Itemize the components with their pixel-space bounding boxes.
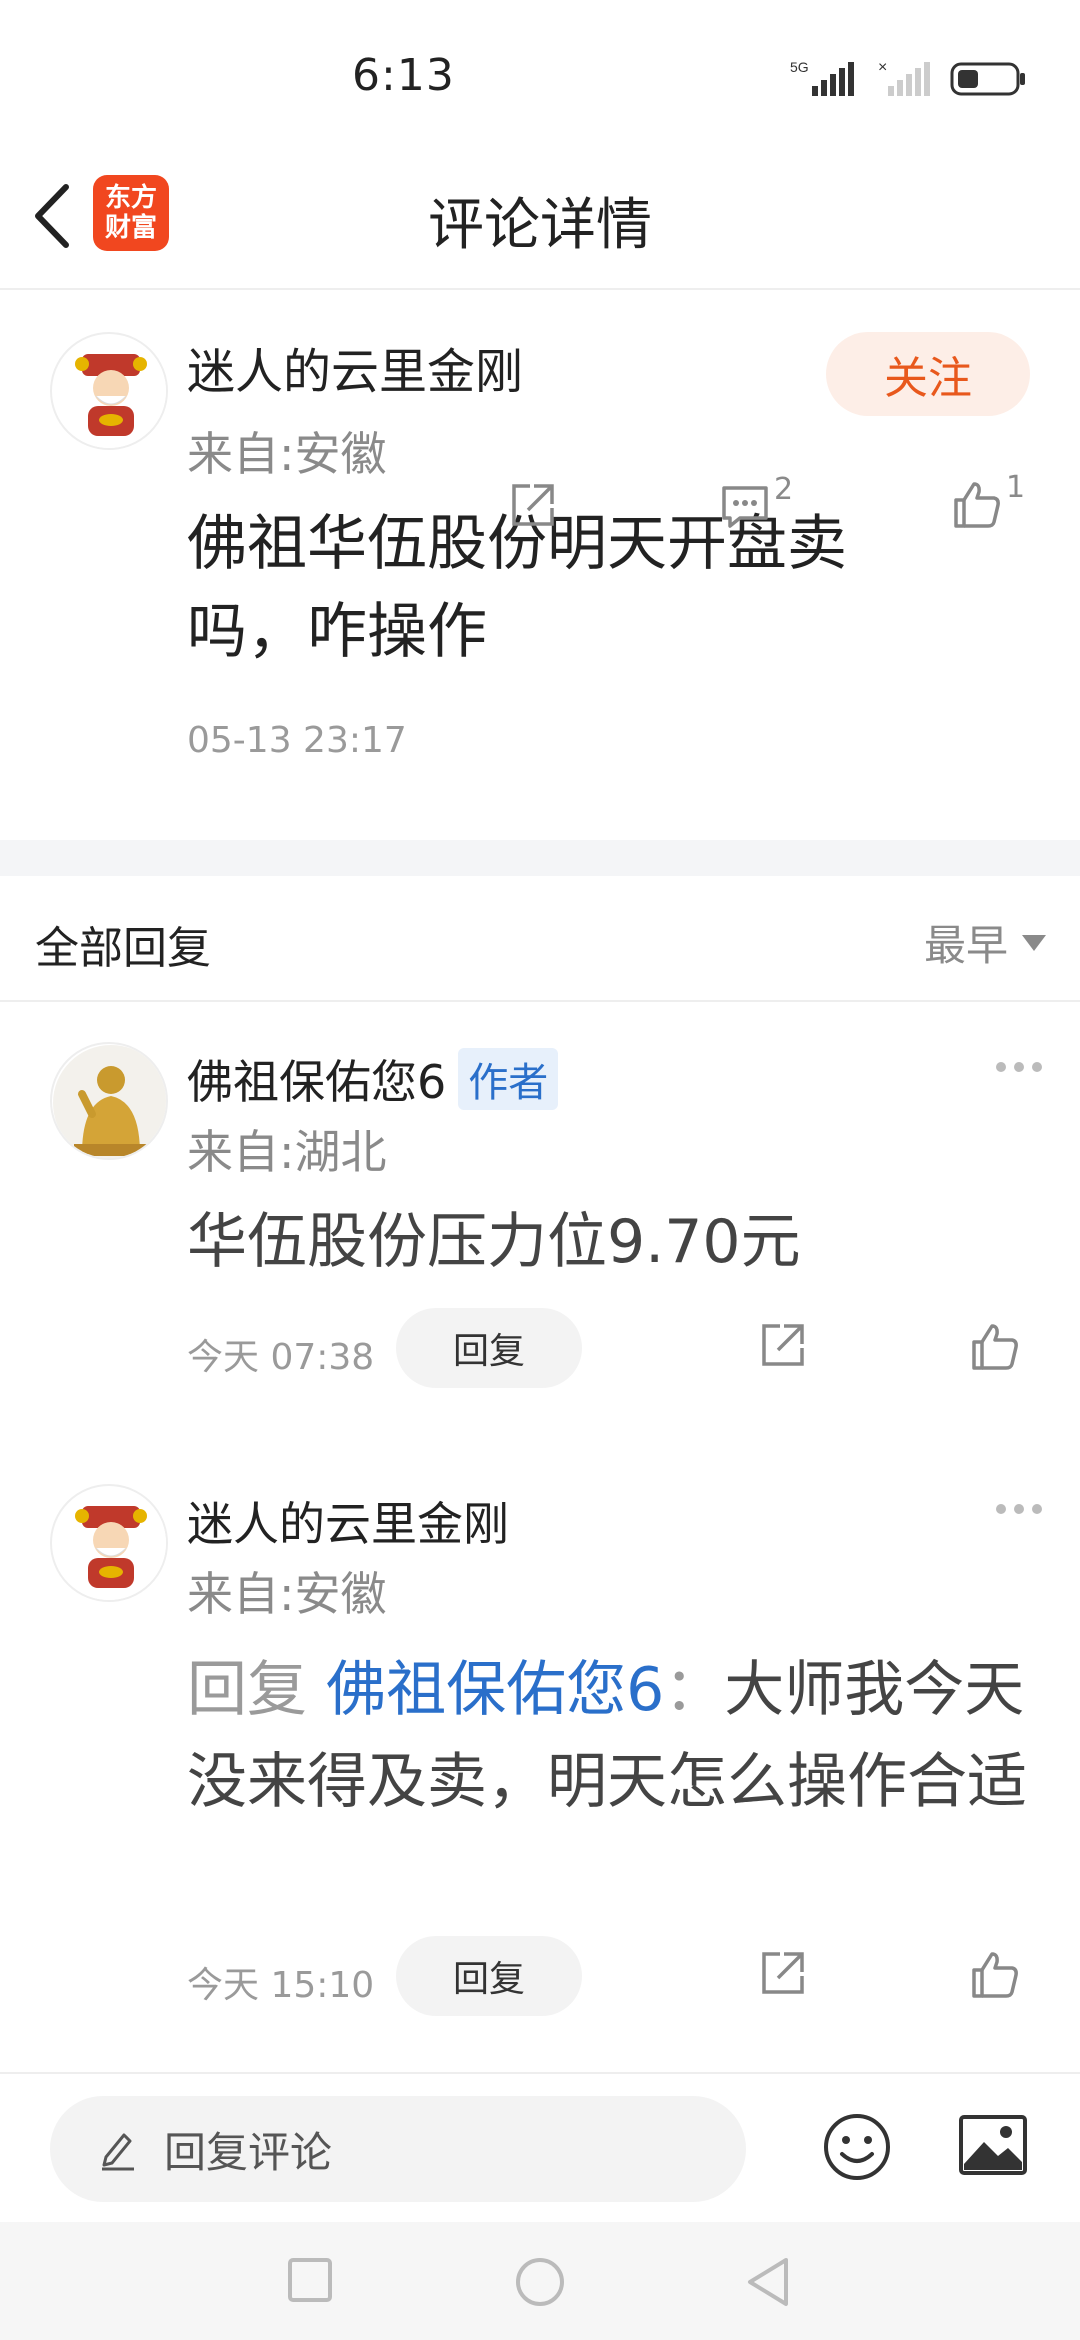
main-post: 迷人的云里金刚 来自:安徽 关注 佛祖华伍股份明天开盘卖吗，咋操作 05-13 … bbox=[0, 290, 1080, 840]
signal-none-icon: × bbox=[878, 59, 930, 96]
like-button[interactable] bbox=[968, 1320, 1022, 1374]
avatar[interactable] bbox=[50, 1042, 168, 1160]
section-divider bbox=[0, 840, 1080, 876]
more-options-button[interactable] bbox=[996, 1504, 1042, 1514]
home-button[interactable] bbox=[514, 2256, 566, 2312]
reply-item: 佛祖保佑您6 作者 来自:湖北 华伍股份压力位9.70元 今天 07:38 回复 bbox=[0, 1002, 1080, 1432]
share-icon bbox=[512, 484, 554, 526]
author-badge: 作者 bbox=[458, 1048, 559, 1110]
svg-text:5G: 5G bbox=[790, 59, 809, 75]
all-replies-title: 全部回复 bbox=[35, 923, 211, 974]
reply-location: 来自:湖北 bbox=[187, 1125, 387, 1179]
reply-button[interactable]: 回复 bbox=[396, 1308, 582, 1388]
status-icons: 5G × bbox=[790, 56, 1028, 100]
reply-author-name[interactable]: 迷人的云里金刚 bbox=[187, 1488, 509, 1554]
comment-icon bbox=[722, 486, 768, 528]
avatar[interactable] bbox=[50, 332, 168, 450]
comment-count: 2 bbox=[774, 472, 794, 507]
status-bar: 6:13 5G × bbox=[0, 0, 1080, 150]
comment-button[interactable]: 2 bbox=[718, 472, 793, 532]
image-icon bbox=[959, 2115, 1027, 2175]
share-button[interactable] bbox=[756, 1320, 808, 1372]
svg-text:×: × bbox=[878, 59, 887, 76]
thumbs-up-icon bbox=[972, 1324, 1018, 1370]
share-button[interactable] bbox=[756, 1948, 808, 2000]
thumbs-up-icon bbox=[972, 1952, 1018, 1998]
share-button[interactable] bbox=[506, 480, 558, 532]
recent-apps-button[interactable] bbox=[286, 2256, 334, 2308]
caishen-avatar-icon bbox=[53, 335, 166, 448]
reply-author-row: 佛祖保佑您6 作者 bbox=[187, 1046, 559, 1112]
emoji-button[interactable] bbox=[822, 2112, 892, 2186]
image-button[interactable] bbox=[958, 2114, 1028, 2180]
share-icon bbox=[762, 1324, 804, 1366]
reply-input-placeholder: 回复评论 bbox=[164, 2127, 333, 2177]
reply-author-row: 迷人的云里金刚 bbox=[187, 1488, 509, 1554]
reply-comment-input[interactable]: 回复评论 bbox=[50, 2096, 746, 2202]
avatar[interactable] bbox=[50, 1484, 168, 1602]
page-title: 评论详情 bbox=[428, 193, 652, 258]
top-header: 东方 财富 评论详情 bbox=[0, 150, 1080, 290]
reply-prefix: 回复 bbox=[187, 1655, 307, 1725]
reply-separator: ： bbox=[664, 1655, 725, 1725]
back-nav-button[interactable] bbox=[744, 2256, 792, 2312]
circle-icon bbox=[516, 2258, 564, 2306]
square-icon bbox=[288, 2258, 332, 2302]
pencil-icon bbox=[102, 2133, 134, 2171]
caret-down-icon bbox=[1022, 934, 1046, 951]
post-content: 佛祖华伍股份明天开盘卖吗，咋操作 bbox=[187, 509, 847, 667]
share-icon bbox=[762, 1952, 804, 1994]
triangle-back-icon bbox=[748, 2258, 788, 2306]
like-count: 1 bbox=[1006, 470, 1026, 505]
more-options-button[interactable] bbox=[996, 1062, 1042, 1072]
replies-header: 全部回复 最早 bbox=[0, 876, 1080, 1002]
buddha-avatar-icon bbox=[53, 1045, 166, 1158]
signal-5g-icon: 5G bbox=[790, 59, 854, 96]
like-button[interactable]: 1 bbox=[950, 470, 1025, 532]
reply-author-name[interactable]: 佛祖保佑您6 bbox=[187, 1046, 446, 1112]
reply-timestamp: 今天 15:10 bbox=[187, 1965, 375, 2006]
sort-dropdown[interactable]: 最早 bbox=[924, 912, 1046, 973]
reply-button[interactable]: 回复 bbox=[396, 1936, 582, 2016]
bottom-input-bar: 回复评论 bbox=[0, 2072, 1080, 2222]
like-button[interactable] bbox=[968, 1948, 1022, 2002]
reply-location: 来自:安徽 bbox=[187, 1567, 387, 1621]
sort-label: 最早 bbox=[923, 921, 1008, 970]
status-time: 6:13 bbox=[352, 50, 455, 101]
caishen-avatar-icon bbox=[53, 1487, 166, 1600]
thumbs-up-icon bbox=[954, 482, 1000, 528]
smiley-icon bbox=[824, 2114, 890, 2180]
post-timestamp: 05-13 23:17 bbox=[187, 720, 407, 761]
reply-item: 迷人的云里金刚 来自:安徽 回复 佛祖保佑您6：大师我今天没来得及卖，明天怎么操… bbox=[0, 1444, 1080, 2070]
reply-target-user[interactable]: 佛祖保佑您6 bbox=[326, 1655, 664, 1725]
system-nav-bar bbox=[0, 2222, 1080, 2340]
author-location: 来自:安徽 bbox=[187, 427, 387, 481]
reply-content: 回复 佛祖保佑您6：大师我今天没来得及卖，明天怎么操作合适 bbox=[187, 1644, 1037, 1828]
follow-button[interactable]: 关注 bbox=[826, 332, 1030, 416]
author-name[interactable]: 迷人的云里金刚 bbox=[187, 332, 523, 402]
battery-icon bbox=[950, 62, 1025, 96]
reply-content: 华伍股份压力位9.70元 bbox=[187, 1207, 801, 1277]
reply-timestamp: 今天 07:38 bbox=[187, 1337, 375, 1378]
